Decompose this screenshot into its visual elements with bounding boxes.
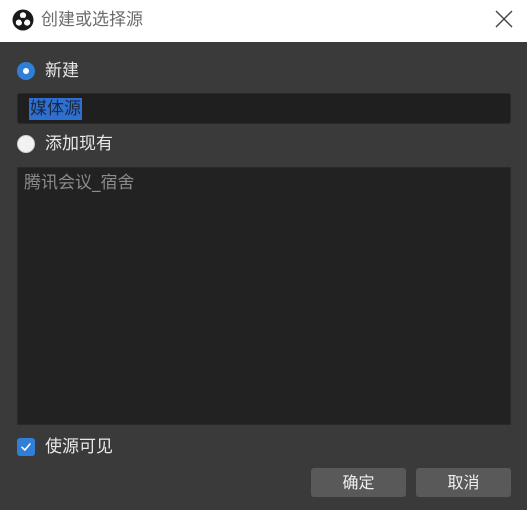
close-button[interactable] — [489, 6, 519, 36]
radio-create-new[interactable]: 新建 — [17, 60, 79, 82]
source-name-value: 媒体源 — [29, 98, 82, 120]
create-select-source-dialog: 创建或选择源 新建 媒体源 添加现有 腾讯会议_宿舍 使源可见 确定 取消 — [0, 0, 527, 510]
window-title: 创建或选择源 — [41, 10, 143, 30]
checkmark-icon — [20, 438, 32, 457]
existing-sources-list[interactable]: 腾讯会议_宿舍 — [17, 167, 511, 425]
checkbox-checked[interactable] — [17, 438, 35, 456]
radio-add-existing-label: 添加现有 — [45, 134, 113, 154]
radio-add-existing[interactable]: 添加现有 — [17, 133, 113, 155]
ok-button[interactable]: 确定 — [311, 468, 406, 497]
close-icon — [495, 10, 513, 32]
title-bar: 创建或选择源 — [0, 0, 527, 42]
make-source-visible-checkbox[interactable]: 使源可见 — [17, 436, 113, 458]
radio-button-checked[interactable] — [17, 62, 35, 80]
obs-logo-icon — [12, 9, 34, 31]
list-item[interactable]: 腾讯会议_宿舍 — [22, 172, 137, 196]
cancel-button[interactable]: 取消 — [416, 468, 511, 497]
source-name-input[interactable]: 媒体源 — [17, 93, 511, 124]
radio-create-new-label: 新建 — [45, 61, 79, 81]
make-source-visible-label: 使源可见 — [45, 437, 113, 457]
radio-button-unchecked[interactable] — [17, 135, 35, 153]
